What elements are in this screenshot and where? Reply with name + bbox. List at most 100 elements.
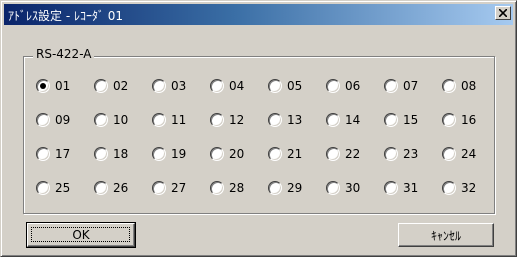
radio-button-icon[interactable] — [152, 147, 166, 161]
radio-label: 17 — [55, 147, 71, 161]
radio-label: 16 — [461, 113, 477, 127]
radio-option[interactable]: 13 — [268, 110, 324, 130]
radio-button-icon[interactable] — [152, 181, 166, 195]
radio-button-icon[interactable] — [94, 147, 108, 161]
radio-label: 04 — [229, 79, 245, 93]
radio-button-icon[interactable] — [210, 181, 224, 195]
radio-label: 19 — [171, 147, 187, 161]
radio-label: 13 — [287, 113, 303, 127]
radio-option[interactable]: 17 — [36, 144, 92, 164]
cancel-button[interactable]: ｷｬﾝｾﾙ — [398, 223, 494, 247]
radio-label: 31 — [403, 181, 419, 195]
radio-button-icon[interactable] — [268, 147, 282, 161]
radio-label: 05 — [287, 79, 303, 93]
radio-option[interactable]: 24 — [442, 144, 498, 164]
radio-option[interactable]: 32 — [442, 178, 498, 198]
radio-option[interactable]: 26 — [94, 178, 150, 198]
radio-label: 29 — [287, 181, 303, 195]
radio-button-icon[interactable] — [442, 147, 456, 161]
radio-button-icon[interactable] — [326, 181, 340, 195]
radio-option[interactable]: 31 — [384, 178, 440, 198]
title-bar[interactable]: ｱﾄﾞﾚｽ設定 - ﾚｺｰﾀﾞ 01 — [4, 4, 513, 25]
radio-button-icon[interactable] — [326, 147, 340, 161]
cancel-button-label: ｷｬﾝｾﾙ — [430, 228, 461, 243]
radio-button-icon[interactable] — [94, 113, 108, 127]
radio-button-icon[interactable] — [152, 113, 166, 127]
radio-label: 06 — [345, 79, 361, 93]
radio-option[interactable]: 01 — [36, 76, 92, 96]
radio-row: 01 02 03 04 05 06 07 08 — [36, 76, 496, 96]
focus-rect — [31, 227, 130, 242]
radio-label: 10 — [113, 113, 129, 127]
radio-label: 12 — [229, 113, 245, 127]
radio-label: 25 — [55, 181, 71, 195]
radio-button-icon[interactable] — [384, 181, 398, 195]
radio-button-icon[interactable] — [36, 79, 50, 93]
radio-option[interactable]: 12 — [210, 110, 266, 130]
radio-label: 18 — [113, 147, 129, 161]
radio-button-icon[interactable] — [442, 79, 456, 93]
radio-row: 09 10 11 12 13 14 15 16 — [36, 110, 496, 130]
radio-button-icon[interactable] — [94, 181, 108, 195]
radio-button-icon[interactable] — [326, 113, 340, 127]
radio-option[interactable]: 19 — [152, 144, 208, 164]
radio-option[interactable]: 18 — [94, 144, 150, 164]
radio-button-icon[interactable] — [94, 79, 108, 93]
radio-button-icon[interactable] — [152, 79, 166, 93]
radio-option[interactable]: 14 — [326, 110, 382, 130]
radio-button-icon[interactable] — [210, 79, 224, 93]
close-icon — [499, 9, 507, 17]
radio-button-icon[interactable] — [36, 181, 50, 195]
radio-option[interactable]: 22 — [326, 144, 382, 164]
radio-label: 14 — [345, 113, 361, 127]
radio-grid: 01 02 03 04 05 06 07 08 09 10 11 12 13 14 15 16 17 18 19 20… — [36, 76, 496, 206]
radio-button-icon[interactable] — [384, 147, 398, 161]
radio-label: 01 — [55, 79, 71, 93]
radio-label: 07 — [403, 79, 419, 93]
radio-option[interactable]: 23 — [384, 144, 440, 164]
radio-option[interactable]: 21 — [268, 144, 324, 164]
radio-button-icon[interactable] — [442, 113, 456, 127]
radio-button-icon[interactable] — [268, 181, 282, 195]
radio-label: 23 — [403, 147, 419, 161]
radio-button-icon[interactable] — [210, 147, 224, 161]
radio-option[interactable]: 29 — [268, 178, 324, 198]
radio-button-icon[interactable] — [268, 79, 282, 93]
radio-button-icon[interactable] — [384, 113, 398, 127]
ok-button[interactable]: OK — [26, 222, 136, 248]
radio-option[interactable]: 25 — [36, 178, 92, 198]
radio-option[interactable]: 20 — [210, 144, 266, 164]
radio-label: 26 — [113, 181, 129, 195]
radio-button-icon[interactable] — [36, 113, 50, 127]
radio-button-icon[interactable] — [384, 79, 398, 93]
radio-option[interactable]: 02 — [94, 76, 150, 96]
radio-label: 08 — [461, 79, 477, 93]
radio-option[interactable]: 16 — [442, 110, 498, 130]
radio-label: 20 — [229, 147, 245, 161]
radio-option[interactable]: 08 — [442, 76, 498, 96]
radio-option[interactable]: 27 — [152, 178, 208, 198]
radio-option[interactable]: 30 — [326, 178, 382, 198]
radio-label: 11 — [171, 113, 187, 127]
radio-button-icon[interactable] — [36, 147, 50, 161]
radio-button-icon[interactable] — [268, 113, 282, 127]
radio-label: 24 — [461, 147, 477, 161]
radio-button-icon[interactable] — [326, 79, 340, 93]
radio-button-icon[interactable] — [442, 181, 456, 195]
radio-label: 15 — [403, 113, 419, 127]
radio-option[interactable]: 28 — [210, 178, 266, 198]
radio-option[interactable]: 15 — [384, 110, 440, 130]
radio-option[interactable]: 11 — [152, 110, 208, 130]
radio-option[interactable]: 06 — [326, 76, 382, 96]
radio-label: 27 — [171, 181, 187, 195]
radio-option[interactable]: 05 — [268, 76, 324, 96]
radio-option[interactable]: 07 — [384, 76, 440, 96]
radio-button-icon[interactable] — [210, 113, 224, 127]
group-label: RS-422-A — [33, 47, 95, 61]
radio-option[interactable]: 10 — [94, 110, 150, 130]
radio-option[interactable]: 04 — [210, 76, 266, 96]
close-button[interactable] — [495, 6, 511, 20]
radio-option[interactable]: 03 — [152, 76, 208, 96]
radio-option[interactable]: 09 — [36, 110, 92, 130]
radio-label: 28 — [229, 181, 245, 195]
